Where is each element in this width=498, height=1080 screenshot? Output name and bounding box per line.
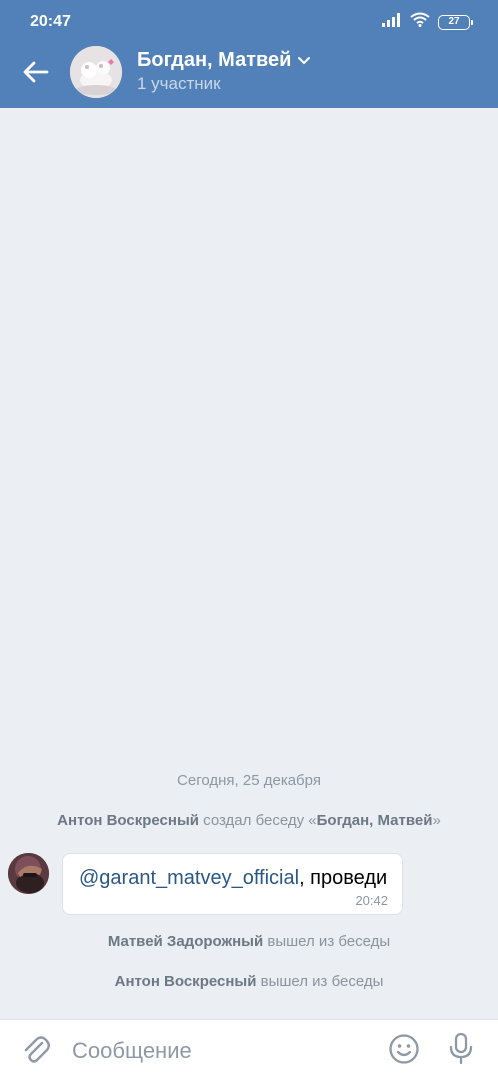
system-message-text: вышел из беседы — [263, 933, 391, 950]
attach-button[interactable] — [18, 1033, 54, 1069]
voice-message-button[interactable] — [443, 1032, 479, 1070]
status-icons: 27 — [382, 12, 473, 32]
system-message: Антон Воскресный создал беседу «Богдан, … — [0, 812, 498, 829]
message-text: @garant_matvey_official, проведи — [79, 867, 387, 890]
emoji-button[interactable] — [386, 1033, 422, 1069]
message-composer — [0, 1019, 498, 1080]
chevron-down-icon — [297, 52, 311, 70]
arrow-left-icon — [23, 61, 49, 88]
message-input[interactable] — [72, 1032, 372, 1070]
status-time: 20:47 — [30, 13, 71, 30]
signal-icon — [382, 12, 402, 32]
system-message: Матвей Задорожный вышел из беседы — [0, 933, 498, 950]
back-button[interactable] — [14, 52, 58, 96]
smile-icon — [388, 1033, 420, 1070]
system-message-suffix: » — [432, 812, 441, 829]
message-bubble[interactable]: @garant_matvey_official, проведи 20:42 — [62, 853, 403, 915]
microphone-icon — [448, 1032, 474, 1071]
wifi-icon — [410, 12, 430, 32]
message-time: 20:42 — [355, 893, 388, 908]
system-message-target: Богдан, Матвей — [316, 812, 433, 829]
system-message-actor[interactable]: Матвей Задорожный — [108, 933, 263, 950]
chat-members-count[interactable]: 1 участник — [137, 74, 221, 94]
system-message: Антон Воскресный вышел из беседы — [0, 973, 498, 990]
battery-icon: 27 — [438, 14, 473, 30]
status-bar: 20:47 27 — [0, 0, 498, 44]
chat-avatar[interactable] — [70, 46, 122, 98]
date-separator: Сегодня, 25 декабря — [177, 772, 321, 789]
chat-title: Богдан, Матвей — [137, 49, 292, 71]
system-message-text: вышел из беседы — [256, 973, 384, 990]
message-body: , проведи — [299, 867, 388, 889]
system-message-text: создал беседу « — [199, 812, 317, 829]
system-message-actor[interactable]: Антон Воскресный — [115, 973, 257, 990]
message-mention-link[interactable]: @garant_matvey_official — [79, 867, 299, 889]
system-message-actor[interactable]: Антон Воскресный — [57, 812, 199, 829]
chat-title-button[interactable]: Богдан, Матвей — [137, 49, 311, 72]
paperclip-icon — [22, 1033, 50, 1070]
sender-avatar[interactable] — [8, 853, 49, 894]
app-header: 20:47 27 Богдан, Матвей 1 участник — [0, 0, 498, 108]
